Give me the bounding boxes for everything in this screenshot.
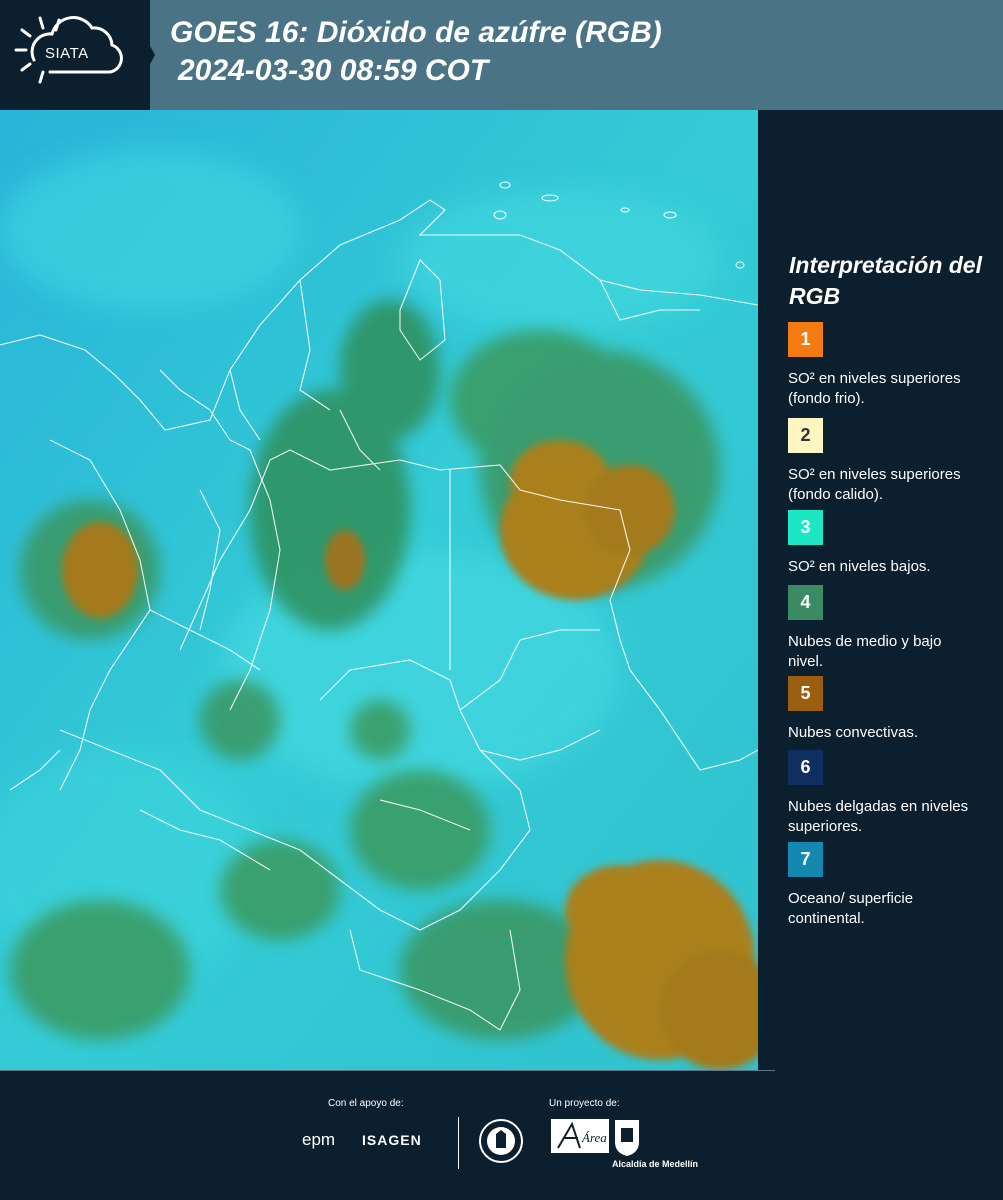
legend-label: Nubes de medio y bajo nivel. [788, 633, 942, 670]
page-title: GOES 16: Dióxido de azúfre (RGB) [170, 16, 662, 49]
legend-panel: Interpretación del RGB 1 SO² en niveles … [758, 110, 1003, 1070]
legend-swatch-5: 5 [788, 676, 823, 711]
legend-item: 2 SO² en niveles superiores (fondo calid… [788, 418, 988, 505]
legend-swatch-4: 4 [788, 585, 823, 620]
legend-swatch-2: 2 [788, 418, 823, 453]
legend-label: SO² en niveles bajos. [788, 558, 931, 575]
legend-number: 1 [800, 329, 811, 349]
legend-swatch-6: 6 [788, 750, 823, 785]
legend-number: 4 [800, 592, 811, 612]
legend-number: 6 [800, 757, 811, 777]
footer: Con el apoyo de: Un proyecto de: epm ISA… [0, 1070, 1003, 1200]
legend-label: SO² en niveles superiores (fondo frio). [788, 370, 961, 407]
legend-label: Nubes delgadas en niveles superiores. [788, 798, 969, 835]
legend-number: 2 [800, 425, 811, 445]
seal-icon [479, 1119, 523, 1163]
legend-title: Interpretación del RGB [789, 252, 982, 309]
satellite-image [0, 110, 758, 1070]
legend-swatch-3: 3 [788, 510, 823, 545]
logo-text: SIATA [45, 45, 89, 62]
legend-item: 7 Oceano/ superficie continental. [788, 842, 988, 929]
area-metropolitana-icon: Área [551, 1119, 609, 1153]
legend-item: 6 Nubes delgadas en niveles superiores. [788, 750, 988, 837]
alcaldia-shield-icon [615, 1120, 639, 1156]
legend-number: 7 [800, 849, 811, 869]
header: SIATA GOES 16: Dióxido de azúfre (RGB) 2… [0, 0, 1003, 110]
legend-item: 4 Nubes de medio y bajo nivel. [788, 585, 988, 672]
legend-swatch-1: 1 [788, 322, 823, 357]
isagen-logo: ISAGEN [362, 1132, 422, 1148]
legend-label: Nubes convectivas. [788, 724, 919, 741]
legend-label: SO² en niveles superiores (fondo calido)… [788, 466, 961, 503]
footer-divider [458, 1117, 459, 1169]
legend-number: 3 [800, 517, 811, 537]
legend-label: Oceano/ superficie continental. [788, 890, 914, 927]
page-timestamp: 2024-03-30 08:59 COT [178, 54, 489, 87]
epm-logo: epm [302, 1130, 336, 1149]
project-label: Un proyecto de: [549, 1098, 620, 1109]
area-text: Área [581, 1130, 607, 1145]
legend-item: 1 SO² en niveles superiores (fondo frio)… [788, 322, 988, 409]
legend-item: 5 Nubes convectivas. [788, 676, 988, 743]
isagen-text: ISAGEN [362, 1132, 422, 1148]
legend-item: 3 SO² en niveles bajos. [788, 510, 988, 577]
legend-swatch-7: 7 [788, 842, 823, 877]
footer-rule [0, 1070, 775, 1071]
alcaldia-label: Alcaldía de Medellín [612, 1159, 699, 1169]
support-label: Con el apoyo de: [328, 1098, 404, 1109]
satellite-map [0, 110, 758, 1070]
logo-panel: SIATA [0, 0, 155, 110]
legend-number: 5 [800, 683, 811, 703]
